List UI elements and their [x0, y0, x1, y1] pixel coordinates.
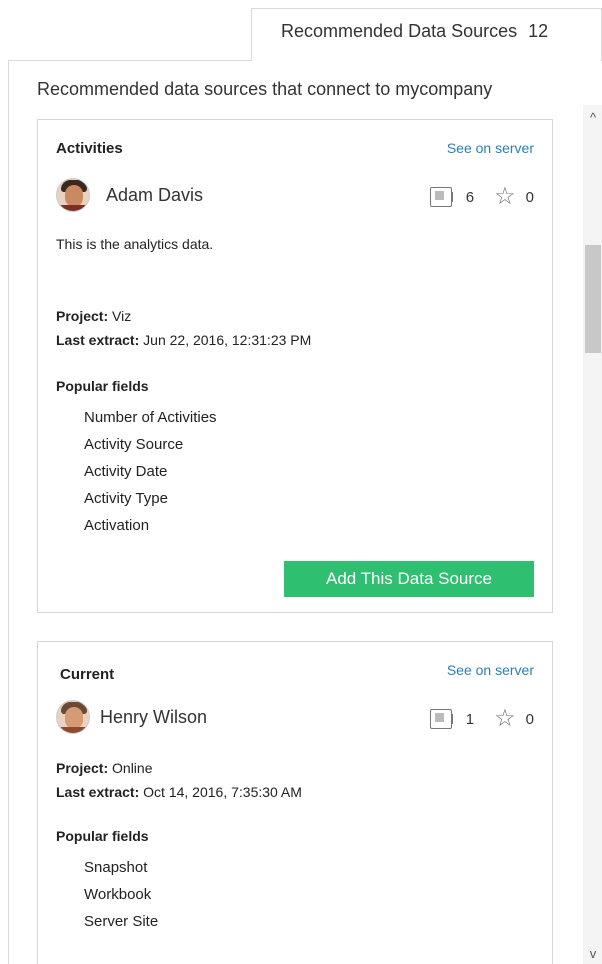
tab-label: Recommended Data Sources: [281, 21, 518, 41]
favorites-count: 0: [525, 188, 534, 206]
last-extract-value: Oct 14, 2016, 7:35:30 AM: [143, 784, 302, 800]
description: This is the analytics data.: [56, 236, 214, 252]
popular-fields-label: Popular fields: [56, 828, 149, 844]
panel-heading: Recommended data sources that connect to…: [37, 79, 493, 99]
data-source-icon: [429, 709, 453, 729]
data-source-card-current: Current See on server Henry Wilson 1 ☆ 0…: [37, 641, 553, 964]
popular-fields-label: Popular fields: [56, 378, 149, 394]
scrollbar[interactable]: ^ v: [583, 105, 602, 964]
connections-count: 1: [465, 710, 475, 728]
star-icon[interactable]: ☆: [494, 707, 516, 731]
card-title: Activities: [56, 140, 123, 157]
project-label: Project:: [56, 308, 109, 324]
see-on-server-link[interactable]: See on server: [447, 140, 534, 156]
owner-name: Henry Wilson: [100, 706, 208, 727]
project-value: Viz: [112, 308, 132, 324]
owner-row: Henry Wilson: [56, 699, 207, 735]
data-source-card-activities: Activities See on server Adam Davis 6 ☆ …: [37, 119, 553, 613]
popular-fields-list: Number of Activities Activity Source Act…: [84, 404, 217, 539]
list-item: Activity Date: [84, 463, 168, 480]
last-extract-label: Last extract:: [56, 332, 140, 348]
favorites-count: 0: [525, 710, 534, 728]
list-item: Workbook: [84, 886, 152, 903]
avatar: [56, 178, 90, 212]
list-item: Activity Source: [84, 436, 184, 453]
list-item: Activation: [84, 517, 150, 534]
scroll-thumb[interactable]: [585, 245, 601, 353]
list-item: Server Site: [84, 913, 159, 930]
add-data-source-button[interactable]: Add This Data Source: [284, 561, 534, 597]
tab-recommended-data-sources[interactable]: Recommended Data Sources 12: [251, 8, 602, 61]
recommended-panel: Recommended data sources that connect to…: [8, 60, 602, 964]
tab-count: 12: [528, 21, 549, 41]
star-icon[interactable]: ☆: [494, 185, 516, 209]
last-extract-value: Jun 22, 2016, 12:31:23 PM: [143, 332, 312, 348]
stats: 1 ☆ 0: [429, 704, 534, 734]
stats: 6 ☆ 0: [429, 182, 534, 212]
data-source-icon: [429, 187, 453, 207]
project-label: Project:: [56, 760, 109, 776]
connections-count: 6: [465, 188, 475, 206]
list-item: Number of Activities: [84, 409, 217, 426]
see-on-server-link[interactable]: See on server: [447, 662, 534, 678]
scroll-down-icon[interactable]: v: [583, 943, 602, 964]
list-item: Snapshot: [84, 859, 148, 876]
avatar: [56, 700, 90, 734]
scroll-up-icon[interactable]: ^: [583, 107, 602, 129]
popular-fields-list: Snapshot Workbook Server Site: [84, 854, 158, 935]
owner-row: Adam Davis: [56, 177, 203, 213]
last-extract-label: Last extract:: [56, 784, 140, 800]
owner-name: Adam Davis: [106, 184, 204, 205]
list-item: Activity Type: [84, 490, 168, 507]
card-title: Current: [60, 666, 115, 683]
metadata: Project: Online Last extract: Oct 14, 20…: [56, 756, 302, 804]
metadata: Project: Viz Last extract: Jun 22, 2016,…: [56, 304, 311, 352]
project-value: Online: [112, 760, 153, 776]
